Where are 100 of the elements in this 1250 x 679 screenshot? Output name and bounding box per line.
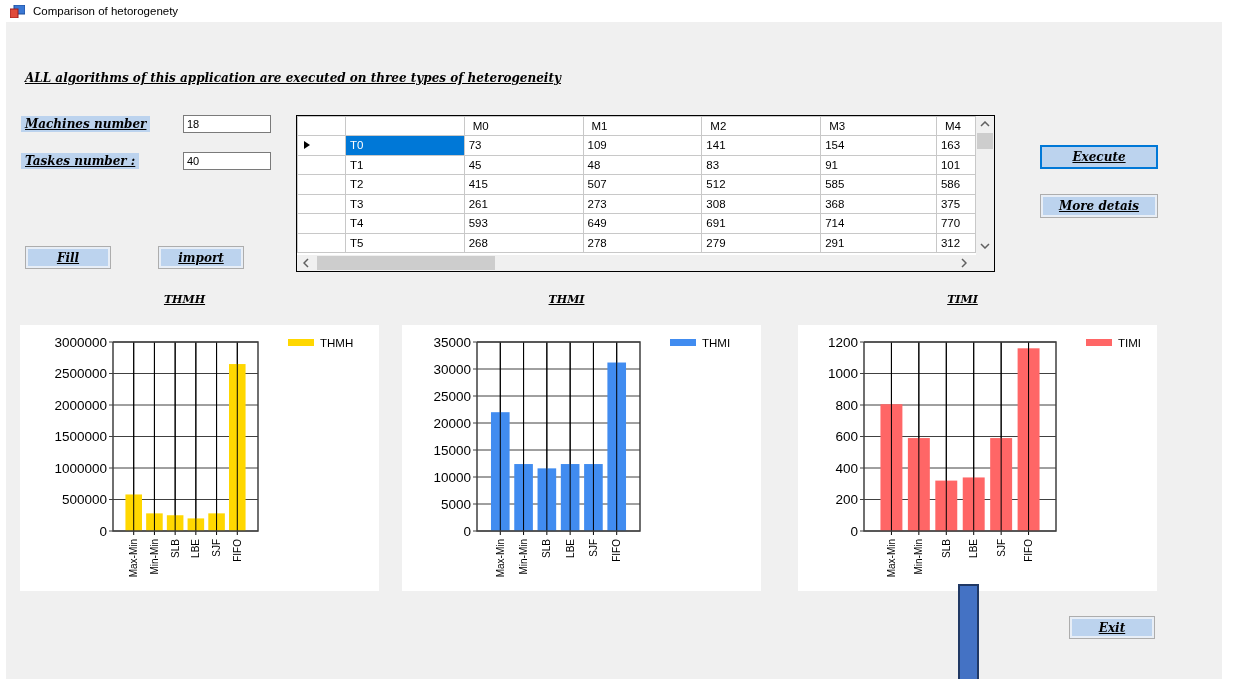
tick-label: 30000: [433, 361, 471, 377]
details-button[interactable]: More detais: [1040, 194, 1158, 218]
table-cell: 770: [936, 213, 976, 233]
table-cell: 91: [820, 155, 937, 175]
chart-title: THMH: [163, 293, 206, 307]
column-header[interactable]: M2: [701, 116, 821, 136]
table-cell: 73: [464, 135, 584, 155]
category-label: SLB: [940, 539, 952, 558]
table-cell: 512: [701, 174, 821, 194]
scroll-thumb[interactable]: [977, 133, 993, 149]
table-cell[interactable]: T5: [345, 233, 465, 253]
scroll-up-icon[interactable]: [980, 121, 990, 127]
table-cell: 163: [936, 135, 976, 155]
tick-label: 20000: [433, 415, 471, 431]
table-cell: 45: [464, 155, 584, 175]
tick-label: 200: [835, 492, 858, 507]
exit-button[interactable]: Exit: [1069, 616, 1155, 639]
bar: [962, 477, 985, 531]
table-cell[interactable]: T1: [345, 155, 465, 175]
bar: [514, 464, 533, 531]
heading: ALL algorithms of this application are executed on three types of heterogeneity: [25, 71, 561, 85]
category-label: SJF: [995, 539, 1007, 557]
category-label: SJF: [587, 539, 599, 557]
chart-title: TIMI: [947, 293, 978, 307]
table-cell[interactable]: T4: [345, 213, 465, 233]
legend-label: THMI: [702, 337, 731, 349]
tick-label: 35000: [433, 334, 471, 350]
category-label: SJF: [211, 539, 223, 557]
legend-swatch: [1086, 339, 1112, 346]
table-cell[interactable]: T3: [345, 194, 465, 214]
table-cell: 507: [583, 174, 702, 194]
tick-label: 25000: [433, 388, 471, 404]
window-title: Comparison of hetorogenety: [33, 5, 179, 17]
app-icon: [10, 4, 25, 18]
column-header[interactable]: M3: [820, 116, 937, 136]
table-cell: 261: [464, 194, 584, 214]
table-cell: 649: [583, 213, 702, 233]
tick-label: 500000: [61, 492, 107, 507]
category-label: LBE: [968, 539, 980, 558]
legend-swatch: [288, 339, 314, 346]
category-label: Max-Min: [885, 539, 897, 578]
legend-label: THMH: [320, 337, 354, 349]
scroll-left-icon[interactable]: [303, 258, 309, 268]
table-cell: 101: [936, 155, 976, 175]
category-label: FIFO: [611, 539, 623, 562]
table-cell[interactable]: T2: [345, 174, 465, 194]
table-cell: 291: [820, 233, 937, 253]
category-label: FIFO: [1023, 539, 1035, 562]
table-cell: 83: [701, 155, 821, 175]
scroll-down-icon[interactable]: [980, 243, 990, 249]
tick-label: 1000: [827, 366, 858, 381]
table-cell: 312: [936, 233, 976, 253]
table-cell: 586: [936, 174, 976, 194]
table-cell: 109: [583, 135, 702, 155]
scroll-right-icon[interactable]: [961, 258, 967, 268]
tick-label: 800: [835, 397, 858, 413]
table-cell: 154: [820, 135, 937, 155]
bar: [584, 464, 603, 531]
tick-label: 600: [835, 429, 858, 444]
tick-label: 1200: [827, 334, 858, 350]
table-cell: 273: [583, 194, 702, 214]
fill-button[interactable]: Fill: [25, 246, 111, 269]
tick-label: 5000: [440, 496, 471, 512]
category-label: FIFO: [231, 539, 243, 562]
legend-label: TIMI: [1118, 337, 1141, 349]
tick-label: 1000000: [54, 460, 107, 476]
field-label: Machines number: [21, 116, 151, 132]
column-header[interactable]: M0: [464, 116, 584, 136]
tick-label: 1500000: [54, 429, 107, 444]
tick-label: 0: [850, 523, 858, 539]
tick-label: 15000: [433, 442, 471, 458]
column-header[interactable]: M1: [583, 116, 702, 136]
table-cell: 278: [583, 233, 702, 253]
table-cell: 368: [820, 194, 937, 214]
category-label: LBE: [564, 539, 576, 558]
column-header[interactable]: M4: [936, 116, 976, 136]
chart-title: THMI: [548, 293, 585, 307]
input-field[interactable]: 40: [183, 152, 271, 170]
category-label: Max-Min: [494, 539, 506, 578]
tick-label: 400: [835, 460, 858, 476]
import-button[interactable]: import: [158, 246, 244, 269]
table-cell: 593: [464, 213, 584, 233]
tick-label: 0: [463, 523, 471, 539]
table-cell: 585: [820, 174, 937, 194]
execute-button[interactable]: Execute: [1040, 145, 1158, 169]
table-cell: 415: [464, 174, 584, 194]
table-cell: 279: [701, 233, 821, 253]
field-label: Taskes number :: [21, 153, 140, 169]
tick-label: 3000000: [54, 334, 107, 350]
category-label: Min-Min: [148, 539, 160, 575]
table-cell: 375: [936, 194, 976, 214]
input-field[interactable]: 18: [183, 115, 271, 133]
tick-label: 0: [99, 523, 107, 539]
tick-label: 10000: [433, 469, 471, 485]
table-cell: 714: [820, 213, 937, 233]
category-label: Min-Min: [518, 539, 530, 575]
category-label: SLB: [169, 539, 181, 558]
table-cell: 691: [701, 213, 821, 233]
tick-label: 2500000: [54, 366, 107, 381]
scroll-thumb[interactable]: [317, 256, 495, 270]
